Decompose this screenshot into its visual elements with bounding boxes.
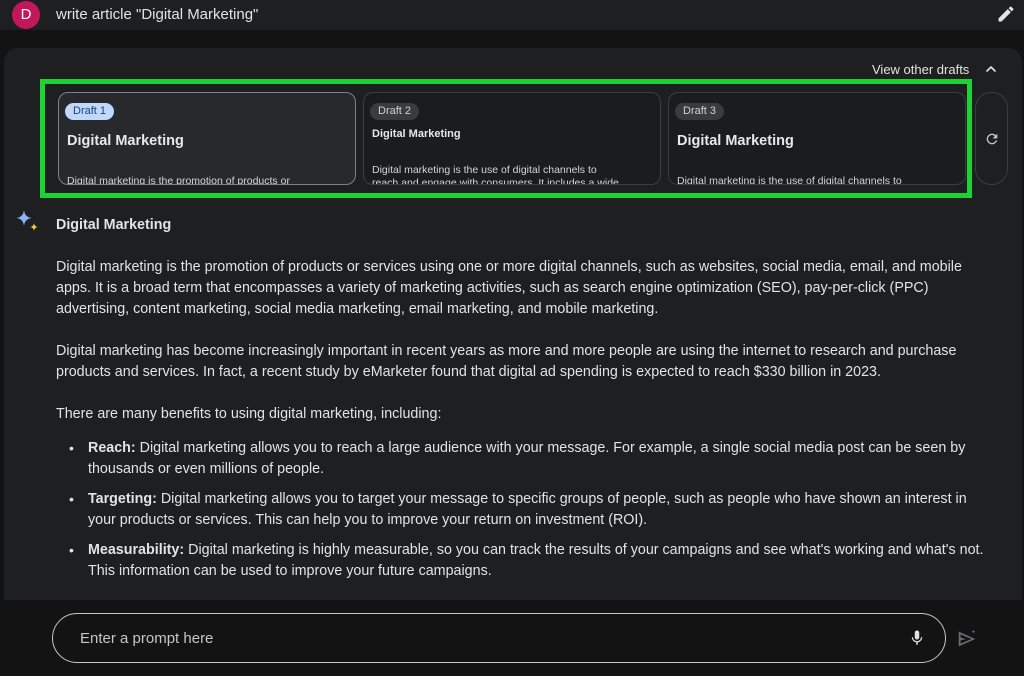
send-icon[interactable] <box>956 628 978 650</box>
benefits-list: Reach: Digital marketing allows you to r… <box>69 438 996 582</box>
response-paragraph: There are many benefits to using digital… <box>56 406 442 422</box>
refresh-icon <box>986 133 998 145</box>
chevron-up-icon[interactable] <box>983 61 999 77</box>
response-content: Digital Marketing Digital marketing is t… <box>56 215 996 591</box>
response-paragraph: Digital marketing has become increasingl… <box>56 343 957 380</box>
edit-pencil-icon[interactable] <box>996 4 1016 24</box>
prompt-input[interactable] <box>80 627 880 649</box>
view-other-drafts-link[interactable]: View other drafts <box>872 62 969 77</box>
user-prompt-row: D write article "Digital Marketing" <box>0 0 1024 30</box>
user-prompt-text: write article "Digital Marketing" <box>56 6 259 23</box>
list-item: Measurability: Digital marketing is high… <box>69 540 996 582</box>
list-item-term: Measurability: <box>88 542 185 558</box>
list-item-text: Digital marketing is highly measurable, … <box>88 542 984 579</box>
list-item: Reach: Digital marketing allows you to r… <box>69 438 996 480</box>
list-item-term: Targeting: <box>88 491 157 507</box>
response-heading: Digital Marketing <box>56 217 172 233</box>
drafts-highlight-box <box>40 79 972 198</box>
list-item-term: Reach: <box>88 440 136 456</box>
list-item: Targeting: Digital marketing allows you … <box>69 489 996 531</box>
regenerate-drafts-button[interactable] <box>975 92 1008 185</box>
microphone-icon[interactable] <box>908 627 926 649</box>
list-item-text: Digital marketing allows you to target y… <box>88 491 967 528</box>
gemini-sparkle-icon <box>16 210 38 231</box>
response-paragraph: Digital marketing is the promotion of pr… <box>56 259 962 317</box>
list-item-text: Digital marketing allows you to reach a … <box>88 440 966 477</box>
user-avatar[interactable]: D <box>12 1 40 29</box>
